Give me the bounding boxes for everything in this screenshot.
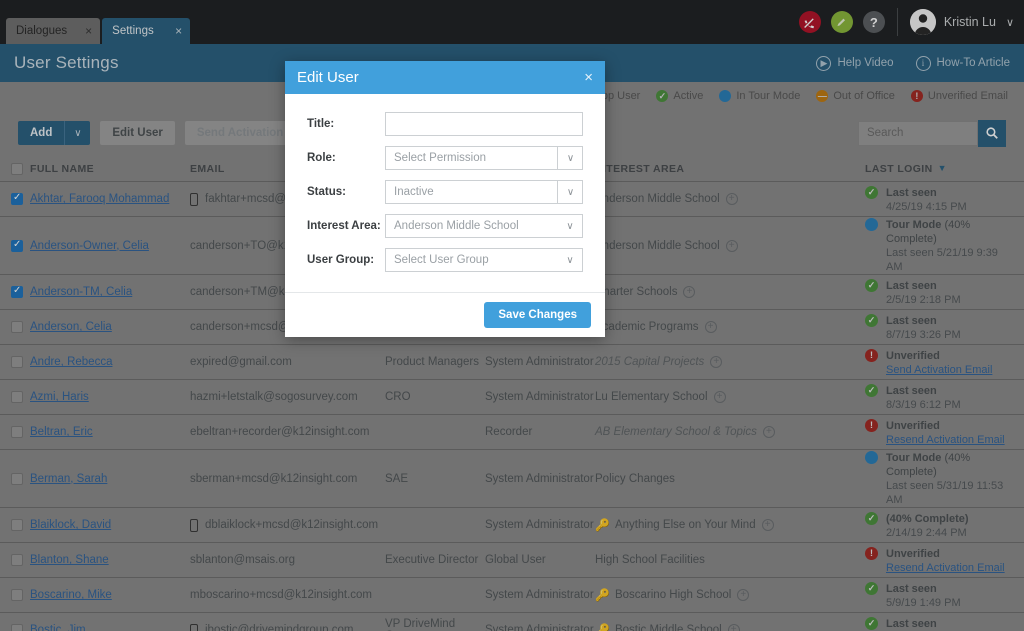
field-label: Role: xyxy=(307,152,336,164)
select-control[interactable]: Inactive ∨ xyxy=(385,180,583,204)
chevron-down-icon[interactable]: ∨ xyxy=(557,248,583,272)
select-control[interactable]: Anderson Middle School ∨ xyxy=(385,214,583,238)
select-value: Select User Group xyxy=(394,254,489,266)
modal-footer: Save Changes xyxy=(285,292,605,337)
modal-header: Edit User × xyxy=(285,61,605,94)
field-label: User Group: xyxy=(307,254,375,266)
field-label: Title: xyxy=(307,118,335,130)
modal-field-row: Interest Area: Anderson Middle School ∨ xyxy=(307,214,583,238)
select-value: Select Permission xyxy=(394,152,487,164)
modal-field-row: Title: xyxy=(307,112,583,136)
modal-field-row: User Group: Select User Group ∨ xyxy=(307,248,583,272)
modal-title: Edit User xyxy=(297,69,359,86)
save-changes-button[interactable]: Save Changes xyxy=(484,302,591,328)
chevron-down-icon[interactable]: ∨ xyxy=(557,146,583,170)
select-value: Anderson Middle School xyxy=(394,220,519,232)
application-window: Dialogues × Settings × ? Kristin Lu ∨ Us… xyxy=(0,0,1024,631)
chevron-down-icon[interactable]: ∨ xyxy=(557,180,583,204)
modal-body: Title: Role: Select Permission ∨ Status: Inac… xyxy=(285,94,605,292)
select-control[interactable]: Select User Group ∨ xyxy=(385,248,583,272)
modal-field-row: Role: Select Permission ∨ xyxy=(307,146,583,170)
modal-field-row: Status: Inactive ∨ xyxy=(307,180,583,204)
chevron-down-icon[interactable]: ∨ xyxy=(557,214,583,238)
field-label: Status: xyxy=(307,186,346,198)
edit-user-modal: Edit User × Title: Role: Select Permission… xyxy=(285,61,605,337)
field-label: Interest Area: xyxy=(307,220,381,232)
select-value: Inactive xyxy=(394,186,434,198)
select-control[interactable]: Select Permission ∨ xyxy=(385,146,583,170)
title-field[interactable] xyxy=(385,112,583,136)
close-icon[interactable]: × xyxy=(584,70,593,85)
